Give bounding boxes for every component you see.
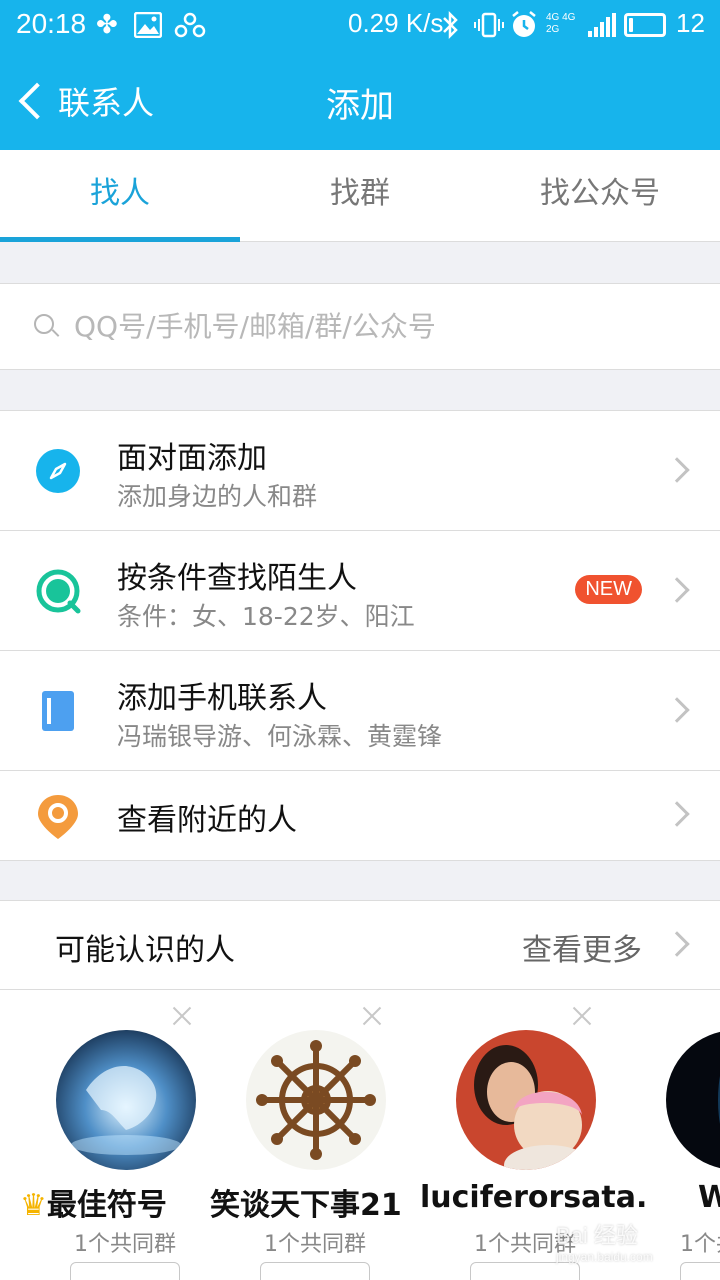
close-icon[interactable] [170, 1004, 194, 1028]
unicorn-avatar[interactable] [56, 1030, 196, 1170]
person-name: luciferorsata. [420, 1180, 648, 1215]
person-name: ♛最佳符号 [20, 1180, 240, 1224]
person-name: 笑谈天下事21 [210, 1188, 402, 1223]
mutual-groups: 1个共同群 [74, 1232, 176, 1257]
tab-find-people[interactable]: 找人 [0, 150, 240, 242]
location-pin-icon [36, 793, 80, 839]
vibrate-icon [474, 10, 504, 47]
menu-item-title: 按条件查找陌生人 [117, 561, 357, 596]
image-icon [133, 11, 163, 45]
tab-bar: 找人 找群 找公众号 [0, 150, 720, 242]
person-card[interactable]: ♛最佳符号 1个共同群 [20, 990, 230, 1280]
alarm-icon [510, 10, 538, 47]
add-options-list: 面对面添加 添加身边的人和群 按条件查找陌生人 条件：女、18-22岁、阳江 N… [0, 410, 720, 861]
dark-figure-avatar[interactable] [666, 1030, 720, 1170]
signal-icon [588, 13, 616, 37]
tab-find-official-account[interactable]: 找公众号 [480, 150, 720, 241]
people-you-may-know-header: 可能认识的人 查看更多 [0, 900, 720, 990]
add-phone-contacts-item[interactable]: 添加手机联系人 冯瑞银导游、何泳霖、黄霆锋 [0, 651, 720, 771]
clover-icon: ✤ [96, 10, 118, 40]
menu-item-subtitle: 条件：女、18-22岁、阳江 [117, 602, 415, 631]
network-type-top: 4G 4G [546, 12, 576, 23]
chevron-right-icon [664, 697, 690, 723]
new-badge: NEW [575, 575, 642, 604]
menu-item-title: 面对面添加 [117, 441, 267, 476]
title-bar: 联系人 添加 [0, 50, 720, 150]
section-label: 可能认识的人 [55, 933, 235, 968]
add-friend-button[interactable] [260, 1262, 370, 1280]
network-type: 4G 4G 2G [546, 12, 575, 36]
person-name-text: 最佳符号 [46, 1188, 167, 1223]
back-button[interactable]: 联系人 [14, 74, 154, 128]
battery-icon [624, 13, 666, 37]
network-speed: 0.29 K/s [348, 8, 444, 38]
people-carousel: ♛最佳符号 1个共同群 笑谈天下事21 1个共同群 luciferorsata.… [0, 990, 720, 1280]
face-to-face-add-item[interactable]: 面对面添加 添加身边的人和群 [0, 411, 720, 531]
view-more-link[interactable]: 查看更多 [522, 925, 642, 969]
mother-baby-avatar[interactable] [456, 1030, 596, 1170]
status-time: 20:18 [16, 8, 87, 39]
mutual-groups: 1个共同群 [264, 1232, 366, 1257]
person-name: W [698, 1180, 720, 1215]
close-icon[interactable] [360, 1004, 384, 1028]
chevron-right-icon [664, 577, 690, 603]
crown-icon: ♛ [20, 1188, 47, 1223]
mutual-groups: 1个共 [680, 1232, 720, 1257]
status-bar: 20:18 ✤ 0.29 K/s 4G 4G 2G 12 [0, 0, 720, 50]
battery-level-text: 12 [676, 8, 705, 38]
close-icon[interactable] [570, 1004, 594, 1028]
add-friend-button[interactable] [680, 1262, 720, 1280]
add-friend-button[interactable] [70, 1262, 180, 1280]
link-icon [174, 12, 206, 45]
add-friend-button[interactable] [470, 1262, 580, 1280]
chevron-right-icon[interactable] [664, 931, 690, 957]
back-chevron-icon [18, 82, 56, 120]
baidu-watermark: Bai 经验 jingyan.baidu.com [556, 1218, 653, 1264]
menu-item-subtitle: 冯瑞银导游、何泳霖、黄霆锋 [117, 722, 443, 751]
contacts-book-icon [36, 689, 80, 733]
compass-icon [36, 449, 80, 493]
search-stranger-icon [36, 569, 81, 614]
tab-find-group[interactable]: 找群 [240, 150, 480, 241]
network-type-bottom: 2G [546, 24, 560, 35]
menu-item-title: 查看附近的人 [117, 803, 297, 838]
watermark-url: jingyan.baidu.com [556, 1250, 653, 1264]
back-label: 联系人 [58, 84, 155, 122]
chevron-right-icon [664, 457, 690, 483]
search-bar [0, 283, 720, 370]
search-input[interactable] [74, 310, 674, 343]
menu-item-subtitle: 添加身边的人和群 [117, 482, 318, 511]
nearby-people-item[interactable]: 查看附近的人 [0, 771, 720, 860]
search-icon [34, 313, 60, 340]
bluetooth-icon [440, 10, 460, 47]
ship-wheel-avatar[interactable] [246, 1030, 386, 1170]
person-card[interactable]: 笑谈天下事21 1个共同群 [210, 990, 420, 1280]
battery-fill [629, 18, 633, 32]
menu-item-title: 添加手机联系人 [117, 681, 327, 716]
chevron-right-icon [664, 801, 690, 827]
find-stranger-item[interactable]: 按条件查找陌生人 条件：女、18-22岁、阳江 NEW [0, 531, 720, 651]
watermark-text: Bai 经验 [556, 1223, 638, 1248]
